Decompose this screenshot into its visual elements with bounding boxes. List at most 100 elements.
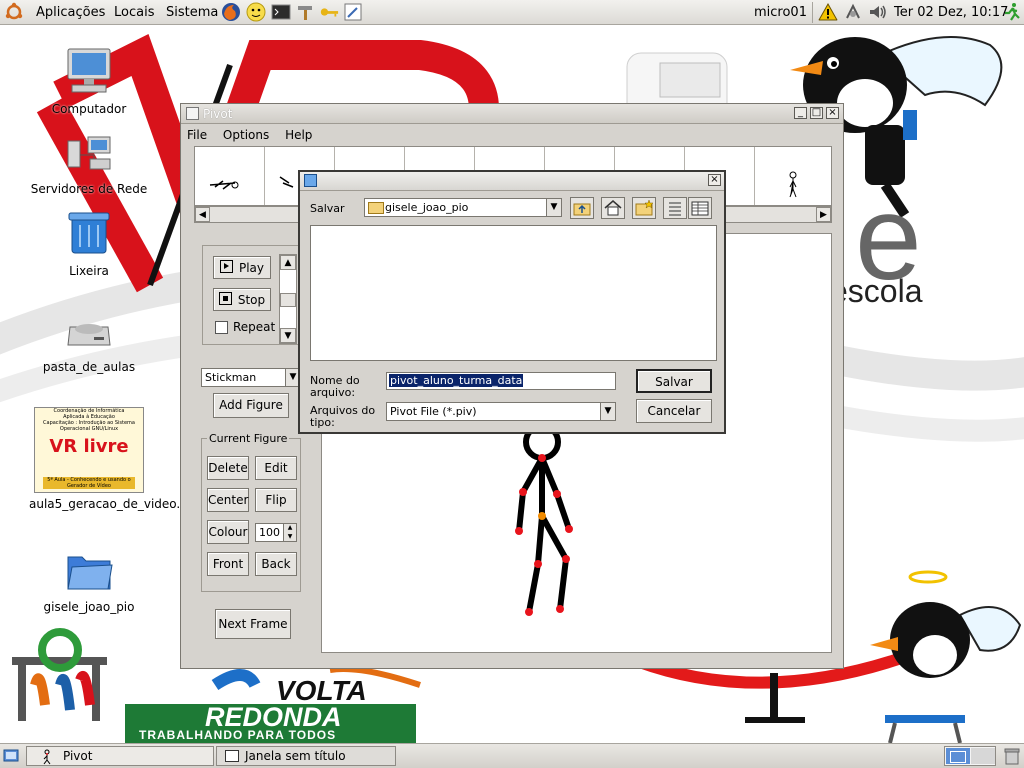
- window-menu-icon[interactable]: [304, 174, 317, 187]
- menu-options[interactable]: Options: [223, 128, 269, 142]
- ubuntu-logo-icon[interactable]: [4, 2, 24, 22]
- filename-input[interactable]: pivot_aluno_turma_data: [386, 372, 616, 390]
- new-folder-button[interactable]: [632, 197, 656, 219]
- filetype-select[interactable]: Pivot File (*.piv) ▼: [386, 402, 616, 421]
- home-button[interactable]: [601, 197, 625, 219]
- chevron-down-icon[interactable]: ▼: [600, 403, 615, 420]
- save-button[interactable]: Salvar: [636, 369, 712, 393]
- add-figure-button[interactable]: Add Figure: [213, 393, 289, 418]
- desktop-icon-trash[interactable]: Lixeira: [29, 209, 149, 278]
- list-view-button[interactable]: [663, 197, 687, 219]
- colour-spinner[interactable]: 100 ▲ ▼: [255, 523, 297, 542]
- task-pivot[interactable]: Pivot: [26, 746, 214, 766]
- spin-down-icon[interactable]: ▼: [283, 532, 296, 541]
- pivot-titlebar[interactable]: Pivot _ □ ×: [181, 104, 843, 124]
- cancel-button-label: Cancelar: [647, 404, 701, 418]
- slider-down-arrow-icon[interactable]: ▼: [280, 328, 296, 343]
- banner-slogan: TRABALHANDO PARA TODOS: [139, 728, 337, 742]
- terminal-icon[interactable]: [271, 2, 291, 22]
- pivot-menubar: File Options Help: [187, 128, 324, 146]
- frame-thumbnail[interactable]: [755, 147, 824, 205]
- menu-places[interactable]: Locais: [114, 5, 154, 20]
- edit-button[interactable]: Edit: [255, 456, 297, 480]
- thumb-text: Operacional GNU/Linux: [59, 426, 119, 432]
- folder-icon: [67, 556, 113, 590]
- workspace-switcher[interactable]: [944, 746, 996, 766]
- desktop-icon-pdf[interactable]: Coordenação de Informática Aplicada à Ed…: [29, 407, 200, 511]
- scroll-left-arrow-icon[interactable]: ◀: [195, 207, 210, 222]
- up-folder-button[interactable]: [570, 197, 594, 219]
- details-view-button[interactable]: [688, 197, 712, 219]
- desktop-icon-pasta-de-aulas[interactable]: pasta_de_aulas: [29, 315, 149, 374]
- user-name[interactable]: micro01: [754, 5, 807, 20]
- task-label: Janela sem título: [245, 749, 346, 763]
- banner-green: REDONDA TRABALHANDO PARA TODOS: [125, 702, 416, 743]
- colour-button[interactable]: Colour: [207, 520, 249, 544]
- folder-icon: [368, 202, 384, 214]
- file-list[interactable]: [310, 225, 717, 361]
- cancel-button[interactable]: Cancelar: [636, 399, 712, 423]
- center-button[interactable]: Center: [207, 488, 249, 512]
- keys-icon[interactable]: [319, 2, 339, 22]
- smiley-icon[interactable]: [246, 2, 266, 22]
- save-in-select[interactable]: gisele_joao_pio ▼: [364, 198, 562, 217]
- desktop-icon-label: pasta_de_aulas: [42, 360, 136, 374]
- desktop-icon-label: aula5_geracao_de_video.pdf: [29, 497, 200, 511]
- desktop-icon-computer[interactable]: Computador: [29, 47, 149, 116]
- folder-up-icon: [573, 203, 591, 216]
- trash-applet-icon[interactable]: [1003, 747, 1021, 765]
- close-button[interactable]: ×: [708, 174, 721, 186]
- delete-button[interactable]: Delete: [207, 456, 249, 480]
- figure-type-select[interactable]: Stickman ▼: [201, 368, 301, 387]
- menu-file[interactable]: File: [187, 128, 207, 142]
- desktop-icon-label: gisele_joao_pio: [43, 600, 135, 614]
- chevron-down-icon[interactable]: ▼: [546, 199, 561, 216]
- desktop-icon-gisele-folder[interactable]: gisele_joao_pio: [29, 549, 149, 614]
- desktop-icon-network-servers[interactable]: Servidores de Rede: [29, 135, 149, 196]
- speed-slider[interactable]: ▲ ▼: [279, 254, 297, 344]
- minimize-button[interactable]: _: [794, 107, 807, 119]
- menu-system[interactable]: Sistema: [166, 5, 218, 20]
- thumb-logo: VR livre: [49, 436, 129, 457]
- stickman-icon: [43, 749, 51, 765]
- scroll-right-arrow-icon[interactable]: ▶: [816, 207, 831, 222]
- logout-runner-icon[interactable]: [1002, 2, 1022, 22]
- show-desktop-icon[interactable]: [3, 748, 19, 764]
- firefox-icon[interactable]: [221, 2, 241, 22]
- slider-thumb[interactable]: [280, 293, 296, 307]
- workspace-1[interactable]: [946, 748, 970, 764]
- frame-thumbnail[interactable]: [195, 147, 265, 205]
- stop-label: Stop: [237, 293, 266, 307]
- menu-help[interactable]: Help: [285, 128, 312, 142]
- spin-up-icon[interactable]: ▲: [283, 524, 296, 532]
- tools-icon[interactable]: [296, 2, 316, 22]
- stop-button[interactable]: Stop: [213, 288, 271, 311]
- save-button-label: Salvar: [655, 375, 693, 389]
- next-frame-button[interactable]: Next Frame: [215, 609, 291, 639]
- network-servers-icon: [67, 136, 111, 170]
- save-dialog-titlebar[interactable]: ×: [300, 172, 724, 191]
- warning-icon[interactable]: [818, 2, 838, 22]
- save-dialog: × Salvar gisele_joao_pio ▼ Nome do arquiv…: [298, 170, 726, 434]
- slider-up-arrow-icon[interactable]: ▲: [280, 255, 296, 270]
- workspace-2[interactable]: [971, 748, 995, 764]
- volume-icon[interactable]: [868, 2, 888, 22]
- close-button[interactable]: ×: [826, 107, 839, 119]
- desktop-icon-label: Computador: [51, 102, 127, 116]
- edit-icon[interactable]: [343, 2, 363, 22]
- flip-button[interactable]: Flip: [255, 488, 297, 512]
- stickman-root-joint[interactable]: [538, 512, 546, 520]
- figure-type-value: Stickman: [205, 371, 257, 384]
- save-in-value: gisele_joao_pio: [385, 201, 469, 214]
- maximize-button[interactable]: □: [810, 107, 823, 119]
- filename-label-line-2: arquivo:: [310, 386, 356, 399]
- front-button[interactable]: Front: [207, 552, 249, 576]
- play-button[interactable]: Play: [213, 256, 271, 279]
- task-untitled-window[interactable]: Janela sem título: [216, 746, 396, 766]
- repeat-checkbox[interactable]: [215, 321, 228, 334]
- menu-applications[interactable]: Aplicações: [36, 5, 105, 20]
- clock[interactable]: Ter 02 Dez, 10:17: [894, 5, 1008, 20]
- network-monitor-icon[interactable]: [843, 2, 863, 22]
- back-button[interactable]: Back: [255, 552, 297, 576]
- window-menu-icon[interactable]: [186, 107, 199, 120]
